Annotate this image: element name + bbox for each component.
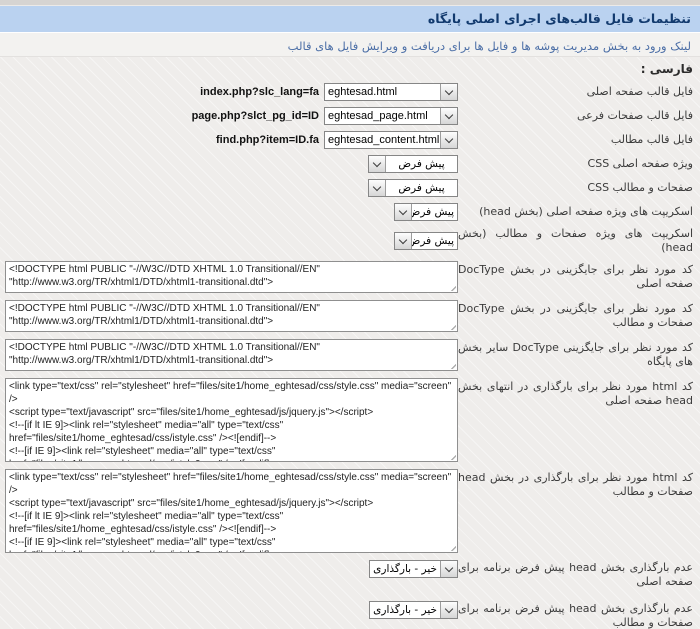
- page-title-bar: تنظیمات فایل قالب‌های اجرای اصلی پایگاه: [0, 6, 700, 33]
- content-css-select[interactable]: پیش فرض: [368, 179, 458, 197]
- main-head-code-textarea[interactable]: <link type="text/css" rel="stylesheet" h…: [5, 378, 458, 462]
- row-main-template: فایل قالب صفحه اصلی eghtesad.html index.…: [7, 83, 693, 101]
- settings-page: تنظیمات فایل قالب‌های اجرای اصلی پایگاه …: [0, 0, 700, 629]
- selected-value: خیر - بارگذاری شود: [370, 602, 440, 618]
- page-title: تنظیمات فایل قالب‌های اجرای اصلی پایگاه: [428, 11, 691, 26]
- url-hint: page.php?slct_pg_id=ID: [192, 110, 319, 122]
- selected-value: پیش فرض: [386, 156, 457, 172]
- field-label: کد مورد نظر برای جایگزینی در بخش DocType…: [458, 300, 693, 330]
- row-content-css: صفحات و مطالب CSS پیش فرض: [7, 179, 693, 197]
- selected-value: eghtesad_content.html: [325, 132, 440, 148]
- row-other-doctype: کد مورد نظر برای جایگزینی DocType سایر ب…: [7, 339, 693, 371]
- selected-value: eghtesad.html: [325, 84, 440, 100]
- dropdown-arrow-icon: [395, 204, 412, 220]
- selected-value: پیش فرض: [386, 180, 457, 196]
- dropdown-arrow-icon: [440, 108, 457, 124]
- main-css-select[interactable]: پیش فرض: [368, 155, 458, 173]
- main-doctype-textarea[interactable]: <!DOCTYPE html PUBLIC "-//W3C//DTD XHTML…: [5, 261, 458, 293]
- url-hint: find.php?item=ID.fa: [216, 134, 319, 146]
- field-label: عدم بارگذاری بخش head پیش فرض برنامه برا…: [458, 560, 693, 589]
- main-head-disable-select[interactable]: خیر - بارگذاری شود: [369, 560, 458, 578]
- row-pages-head-disable: عدم بارگذاری بخش head پیش فرض برنامه برا…: [7, 601, 693, 629]
- field-label: کد مورد نظر برای جایگزینی DocType سایر ب…: [458, 339, 693, 369]
- dropdown-arrow-icon: [440, 602, 457, 618]
- content-template-select[interactable]: eghtesad_content.html: [324, 131, 458, 149]
- row-main-head-scripts: اسکریپت های ویژه صفحه اصلی (بخش head) پی…: [7, 203, 693, 221]
- field-label: اسکریپت های ویژه صفحه اصلی (بخش head): [458, 205, 693, 219]
- url-hint: index.php?slc_lang=fa: [200, 86, 319, 98]
- pages-head-code-textarea[interactable]: <link type="text/css" rel="stylesheet" h…: [5, 469, 458, 553]
- dropdown-arrow-icon: [440, 561, 457, 577]
- field-label: عدم بارگذاری بخش head پیش فرض برنامه برا…: [458, 601, 693, 629]
- row-content-template: فایل قالب مطالب eghtesad_content.html fi…: [7, 131, 693, 149]
- dropdown-arrow-icon: [440, 132, 457, 148]
- selected-value: eghtesad_page.html: [325, 108, 440, 124]
- main-head-scripts-select[interactable]: پیش فرض: [394, 203, 458, 221]
- row-main-head-code: کد html مورد نظر برای بارگذاری در انتهای…: [7, 378, 693, 462]
- field-label: ویژه صفحه اصلی CSS: [458, 157, 693, 171]
- field-label: صفحات و مطالب CSS: [458, 181, 693, 195]
- field-label: فایل قالب صفحات فرعی: [458, 109, 693, 123]
- language-section-header: فارسی :: [7, 61, 693, 77]
- dropdown-arrow-icon: [369, 156, 386, 172]
- field-label: فایل قالب مطالب: [458, 133, 693, 147]
- file-manager-link[interactable]: لینک ورود به بخش مدیریت پوشه ها و فایل ه…: [288, 39, 691, 53]
- pages-doctype-textarea[interactable]: <!DOCTYPE html PUBLIC "-//W3C//DTD XHTML…: [5, 300, 458, 332]
- row-subpage-template: فایل قالب صفحات فرعی eghtesad_page.html …: [7, 107, 693, 125]
- settings-form: فارسی : فایل قالب صفحه اصلی eghtesad.htm…: [0, 57, 700, 629]
- main-template-select[interactable]: eghtesad.html: [324, 83, 458, 101]
- row-content-head-scripts: اسکریپت های ویژه صفحات و مطالب (بخش head…: [7, 227, 693, 255]
- dropdown-arrow-icon: [395, 233, 412, 249]
- link-bar: لینک ورود به بخش مدیریت پوشه ها و فایل ه…: [0, 33, 700, 57]
- field-label: کد html مورد نظر برای بارگذاری در بخش he…: [458, 469, 693, 499]
- content-head-scripts-select[interactable]: پیش فرض: [394, 232, 458, 250]
- dropdown-arrow-icon: [440, 84, 457, 100]
- field-label: کد مورد نظر برای جایگزینی در بخش DocType…: [458, 261, 693, 291]
- row-pages-head-code: کد html مورد نظر برای بارگذاری در بخش he…: [7, 469, 693, 553]
- other-doctype-textarea[interactable]: <!DOCTYPE html PUBLIC "-//W3C//DTD XHTML…: [5, 339, 458, 371]
- row-pages-doctype: کد مورد نظر برای جایگزینی در بخش DocType…: [7, 300, 693, 332]
- subpage-template-select[interactable]: eghtesad_page.html: [324, 107, 458, 125]
- field-label: کد html مورد نظر برای بارگذاری در انتهای…: [458, 378, 693, 408]
- field-label: اسکریپت های ویژه صفحات و مطالب (بخش head…: [458, 227, 693, 255]
- row-main-doctype: کد مورد نظر برای جایگزینی در بخش DocType…: [7, 261, 693, 293]
- pages-head-disable-select[interactable]: خیر - بارگذاری شود: [369, 601, 458, 619]
- dropdown-arrow-icon: [369, 180, 386, 196]
- row-main-head-disable: عدم بارگذاری بخش head پیش فرض برنامه برا…: [7, 560, 693, 589]
- selected-value: پیش فرض: [412, 233, 457, 249]
- selected-value: پیش فرض: [412, 204, 457, 220]
- row-main-css: ویژه صفحه اصلی CSS پیش فرض: [7, 155, 693, 173]
- selected-value: خیر - بارگذاری شود: [370, 561, 440, 577]
- field-label: فایل قالب صفحه اصلی: [458, 85, 693, 99]
